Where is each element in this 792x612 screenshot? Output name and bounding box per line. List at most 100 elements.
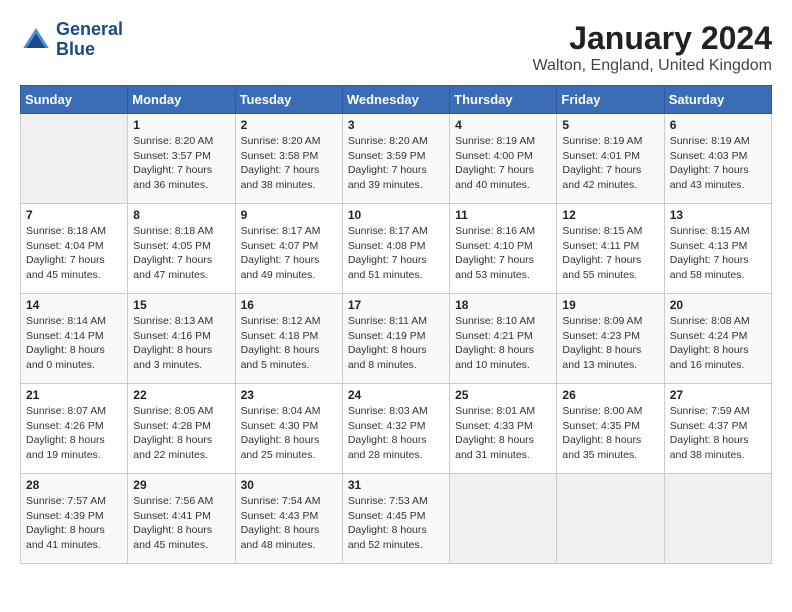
- day-number: 30: [241, 478, 337, 492]
- calendar-cell: 2 Sunrise: 8:20 AMSunset: 3:58 PMDaylight…: [235, 114, 342, 204]
- day-number: 5: [562, 118, 658, 132]
- calendar-cell: 29 Sunrise: 7:56 AMSunset: 4:41 PMDayligh…: [128, 474, 235, 564]
- calendar-week-row: 21 Sunrise: 8:07 AMSunset: 4:26 PMDayligh…: [21, 384, 772, 474]
- day-info: Sunrise: 8:20 AMSunset: 3:58 PMDaylight:…: [241, 134, 337, 193]
- day-number: 1: [133, 118, 229, 132]
- day-info: Sunrise: 8:14 AMSunset: 4:14 PMDaylight:…: [26, 314, 122, 373]
- day-info: Sunrise: 8:19 AMSunset: 4:00 PMDaylight:…: [455, 134, 551, 193]
- calendar-cell: [450, 474, 557, 564]
- day-info: Sunrise: 8:07 AMSunset: 4:26 PMDaylight:…: [26, 404, 122, 463]
- calendar-cell: 10Sunrise: 8:17 AMSunset: 4:08 PMDayligh…: [342, 204, 449, 294]
- calendar-cell: 20 Sunrise: 8:08 AMSunset: 4:24 PMDayligh…: [664, 294, 771, 384]
- calendar-cell: 27Sunrise: 7:59 AMSunset: 4:37 PMDayligh…: [664, 384, 771, 474]
- day-number: 19: [562, 298, 658, 312]
- month-title: January 2024: [532, 20, 772, 57]
- day-info: Sunrise: 8:09 AMSunset: 4:23 PMDaylight:…: [562, 314, 658, 373]
- day-info: Sunrise: 8:01 AMSunset: 4:33 PMDaylight:…: [455, 404, 551, 463]
- day-info: Sunrise: 8:11 AMSunset: 4:19 PMDaylight:…: [348, 314, 444, 373]
- day-info: Sunrise: 8:15 AMSunset: 4:11 PMDaylight:…: [562, 224, 658, 283]
- day-number: 21: [26, 388, 122, 402]
- calendar-cell: 4Sunrise: 8:19 AMSunset: 4:00 PMDaylight…: [450, 114, 557, 204]
- day-number: 18: [455, 298, 551, 312]
- day-number: 31: [348, 478, 444, 492]
- day-info: Sunrise: 8:18 AMSunset: 4:05 PMDaylight:…: [133, 224, 229, 283]
- day-info: Sunrise: 8:19 AMSunset: 4:01 PMDaylight:…: [562, 134, 658, 193]
- calendar-cell: 23 Sunrise: 8:04 AMSunset: 4:30 PMDayligh…: [235, 384, 342, 474]
- logo-line2: Blue: [56, 40, 123, 60]
- calendar-cell: 9Sunrise: 8:17 AMSunset: 4:07 PMDaylight…: [235, 204, 342, 294]
- calendar-cell: 28Sunrise: 7:57 AMSunset: 4:39 PMDayligh…: [21, 474, 128, 564]
- day-number: 25: [455, 388, 551, 402]
- calendar-week-row: 14 Sunrise: 8:14 AMSunset: 4:14 PMDayligh…: [21, 294, 772, 384]
- day-info: Sunrise: 7:54 AMSunset: 4:43 PMDaylight:…: [241, 494, 337, 553]
- day-of-week-header: Monday: [128, 86, 235, 114]
- day-number: 16: [241, 298, 337, 312]
- day-info: Sunrise: 8:20 AMSunset: 3:59 PMDaylight:…: [348, 134, 444, 193]
- calendar-cell: [664, 474, 771, 564]
- day-number: 10: [348, 208, 444, 222]
- calendar-cell: 18Sunrise: 8:10 AMSunset: 4:21 PMDayligh…: [450, 294, 557, 384]
- title-block: January 2024 Walton, England, United Kin…: [532, 20, 772, 75]
- calendar-cell: 1 Sunrise: 8:20 AMSunset: 3:57 PMDaylight…: [128, 114, 235, 204]
- calendar-cell: 3 Sunrise: 8:20 AMSunset: 3:59 PMDaylight…: [342, 114, 449, 204]
- calendar-cell: 6 Sunrise: 8:19 AMSunset: 4:03 PMDaylight…: [664, 114, 771, 204]
- calendar-cell: [557, 474, 664, 564]
- day-info: Sunrise: 8:05 AMSunset: 4:28 PMDaylight:…: [133, 404, 229, 463]
- calendar-cell: 8Sunrise: 8:18 AMSunset: 4:05 PMDaylight…: [128, 204, 235, 294]
- day-number: 23: [241, 388, 337, 402]
- day-info: Sunrise: 8:19 AMSunset: 4:03 PMDaylight:…: [670, 134, 766, 193]
- day-number: 17: [348, 298, 444, 312]
- day-info: Sunrise: 7:53 AMSunset: 4:45 PMDaylight:…: [348, 494, 444, 553]
- day-of-week-header: Saturday: [664, 86, 771, 114]
- day-info: Sunrise: 8:17 AMSunset: 4:07 PMDaylight:…: [241, 224, 337, 283]
- day-number: 22: [133, 388, 229, 402]
- day-number: 20: [670, 298, 766, 312]
- day-number: 26: [562, 388, 658, 402]
- calendar-cell: 13 Sunrise: 8:15 AMSunset: 4:13 PMDayligh…: [664, 204, 771, 294]
- location: Walton, England, United Kingdom: [532, 57, 772, 75]
- day-number: 6: [670, 118, 766, 132]
- day-number: 7: [26, 208, 122, 222]
- day-number: 29: [133, 478, 229, 492]
- calendar-cell: 12 Sunrise: 8:15 AMSunset: 4:11 PMDayligh…: [557, 204, 664, 294]
- day-number: 28: [26, 478, 122, 492]
- calendar-cell: 11Sunrise: 8:16 AMSunset: 4:10 PMDayligh…: [450, 204, 557, 294]
- day-number: 24: [348, 388, 444, 402]
- calendar-header: SundayMondayTuesdayWednesdayThursdayFrid…: [21, 86, 772, 114]
- calendar-cell: 16 Sunrise: 8:12 AMSunset: 4:18 PMDayligh…: [235, 294, 342, 384]
- day-info: Sunrise: 7:59 AMSunset: 4:37 PMDaylight:…: [670, 404, 766, 463]
- calendar-cell: 25 Sunrise: 8:01 AMSunset: 4:33 PMDayligh…: [450, 384, 557, 474]
- day-info: Sunrise: 8:00 AMSunset: 4:35 PMDaylight:…: [562, 404, 658, 463]
- day-number: 11: [455, 208, 551, 222]
- day-info: Sunrise: 8:04 AMSunset: 4:30 PMDaylight:…: [241, 404, 337, 463]
- day-number: 13: [670, 208, 766, 222]
- calendar-cell: 21 Sunrise: 8:07 AMSunset: 4:26 PMDayligh…: [21, 384, 128, 474]
- day-number: 14: [26, 298, 122, 312]
- day-info: Sunrise: 8:08 AMSunset: 4:24 PMDaylight:…: [670, 314, 766, 373]
- calendar-cell: 30 Sunrise: 7:54 AMSunset: 4:43 PMDayligh…: [235, 474, 342, 564]
- day-of-week-header: Tuesday: [235, 86, 342, 114]
- calendar-week-row: 1 Sunrise: 8:20 AMSunset: 3:57 PMDaylight…: [21, 114, 772, 204]
- page-header: General Blue January 2024 Walton, Englan…: [20, 20, 772, 75]
- calendar-week-row: 7Sunrise: 8:18 AMSunset: 4:04 PMDaylight…: [21, 204, 772, 294]
- calendar-cell: 26 Sunrise: 8:00 AMSunset: 4:35 PMDayligh…: [557, 384, 664, 474]
- logo-text: General Blue: [56, 20, 123, 60]
- day-info: Sunrise: 8:03 AMSunset: 4:32 PMDaylight:…: [348, 404, 444, 463]
- calendar-cell: 15 Sunrise: 8:13 AMSunset: 4:16 PMDayligh…: [128, 294, 235, 384]
- day-number: 12: [562, 208, 658, 222]
- calendar-cell: 31 Sunrise: 7:53 AMSunset: 4:45 PMDayligh…: [342, 474, 449, 564]
- calendar-body: 1 Sunrise: 8:20 AMSunset: 3:57 PMDaylight…: [21, 114, 772, 564]
- day-number: 2: [241, 118, 337, 132]
- calendar-week-row: 28Sunrise: 7:57 AMSunset: 4:39 PMDayligh…: [21, 474, 772, 564]
- day-info: Sunrise: 8:20 AMSunset: 3:57 PMDaylight:…: [133, 134, 229, 193]
- day-info: Sunrise: 7:56 AMSunset: 4:41 PMDaylight:…: [133, 494, 229, 553]
- day-number: 3: [348, 118, 444, 132]
- day-info: Sunrise: 8:12 AMSunset: 4:18 PMDaylight:…: [241, 314, 337, 373]
- day-info: Sunrise: 8:15 AMSunset: 4:13 PMDaylight:…: [670, 224, 766, 283]
- day-info: Sunrise: 8:13 AMSunset: 4:16 PMDaylight:…: [133, 314, 229, 373]
- calendar-cell: [21, 114, 128, 204]
- calendar-table: SundayMondayTuesdayWednesdayThursdayFrid…: [20, 85, 772, 564]
- logo-icon: [20, 24, 52, 56]
- logo: General Blue: [20, 20, 123, 60]
- day-number: 15: [133, 298, 229, 312]
